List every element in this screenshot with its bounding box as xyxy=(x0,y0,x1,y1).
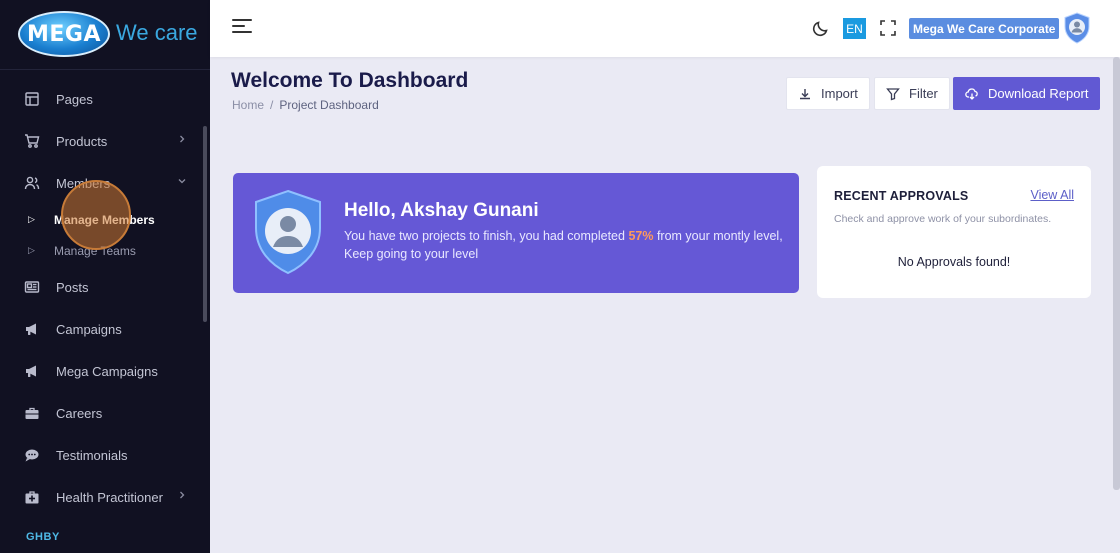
sidebar-subitem-label: Manage Members xyxy=(54,212,155,227)
import-label: Import xyxy=(821,86,858,101)
page-title: Welcome To Dashboard xyxy=(231,69,469,92)
breadcrumb-home[interactable]: Home xyxy=(232,98,264,112)
sidebar-item-label: Testimonials xyxy=(56,447,128,463)
filter-icon xyxy=(886,87,900,100)
import-button[interactable]: Import xyxy=(786,77,870,110)
card-subtitle: Check and approve work of your subordina… xyxy=(834,213,1052,225)
sidebar-item-posts[interactable]: Posts xyxy=(0,266,200,308)
sidebar-section-label: GHBY xyxy=(26,531,60,543)
language-switcher[interactable]: EN xyxy=(843,18,866,39)
sidebar-item-label: Mega Campaigns xyxy=(56,363,158,379)
newspaper-icon xyxy=(24,279,40,295)
sidebar-item-pages[interactable]: Pages xyxy=(0,78,200,120)
view-all-link[interactable]: View All xyxy=(1030,188,1074,202)
sidebar-item-label: Health Practitioner xyxy=(56,489,163,505)
cart-icon xyxy=(24,133,40,149)
sidebar-scrollbar[interactable] xyxy=(203,126,207,322)
brand-logo[interactable]: MEGA We care xyxy=(0,0,210,70)
breadcrumb: Home / Project Dashboard xyxy=(232,98,379,112)
filter-button[interactable]: Filter xyxy=(874,77,950,110)
caret-right-icon: ▷ xyxy=(28,245,35,255)
welcome-card: Hello, Akshay Gunani You have two projec… xyxy=(233,173,799,293)
sidebar-item-label: Members xyxy=(56,175,111,191)
recent-approvals-card: RECENT APPROVALS View All Check and appr… xyxy=(817,166,1091,298)
download-icon xyxy=(800,88,810,99)
progress-percent: 57% xyxy=(628,229,654,243)
sidebar-item-label: Careers xyxy=(56,405,103,421)
sidebar-subitem-label: Manage Teams xyxy=(54,243,136,258)
sidebar-item-health-practitioner[interactable]: Health Practitioner xyxy=(0,476,200,518)
logo-mark: MEGA xyxy=(18,11,110,57)
chevron-right-icon xyxy=(180,135,185,143)
user-shield-icon xyxy=(255,189,321,275)
fullscreen-icon[interactable] xyxy=(879,19,897,37)
user-avatar[interactable] xyxy=(1063,12,1091,44)
topbar: EN Mega We Care Corporate xyxy=(210,0,1120,57)
sidebar-item-campaigns[interactable]: Campaigns xyxy=(0,308,200,350)
users-icon xyxy=(24,175,40,191)
organization-badge[interactable]: Mega We Care Corporate xyxy=(909,18,1060,39)
filter-label: Filter xyxy=(909,86,938,101)
caret-right-icon: ▷ xyxy=(28,214,35,224)
menu-toggle-icon[interactable] xyxy=(232,19,252,37)
moon-icon[interactable] xyxy=(812,19,830,37)
sidebar-item-label: Posts xyxy=(56,279,89,295)
chevron-right-icon xyxy=(180,491,185,499)
message-start: You have two projects to finish, you had… xyxy=(344,229,629,243)
cloud-download-icon xyxy=(965,87,978,100)
progress-message: You have two projects to finish, you had… xyxy=(344,227,789,263)
page-scrollbar[interactable] xyxy=(1113,57,1120,490)
sidebar-nav: Pages Products Members ▷ Manage Members … xyxy=(0,78,200,518)
download-report-label: Download Report xyxy=(988,86,1089,101)
download-report-button[interactable]: Download Report xyxy=(953,77,1101,110)
sidebar-item-products[interactable]: Products xyxy=(0,120,200,162)
card-title: RECENT APPROVALS xyxy=(834,189,969,203)
megaphone-icon xyxy=(24,321,40,337)
megaphone-icon xyxy=(24,363,40,379)
chevron-down-icon xyxy=(178,179,186,184)
sidebar-item-label: Products xyxy=(56,133,108,149)
breadcrumb-separator: / xyxy=(270,98,274,112)
medical-bag-icon xyxy=(24,489,40,505)
sidebar-subitem-manage-members[interactable]: ▷ Manage Members xyxy=(0,204,200,235)
sidebar-item-members[interactable]: Members xyxy=(0,162,200,204)
greeting-text: Hello, Akshay Gunani xyxy=(344,200,539,221)
breadcrumb-current: Project Dashboard xyxy=(279,98,379,112)
empty-state-text: No Approvals found! xyxy=(897,255,1011,269)
layout-icon xyxy=(24,91,40,107)
sidebar: MEGA We care Pages Products Members ▷ Ma… xyxy=(0,0,210,553)
sidebar-subitem-manage-teams[interactable]: ▷ Manage Teams xyxy=(0,235,200,266)
briefcase-icon xyxy=(24,405,40,421)
sidebar-item-mega-campaigns[interactable]: Mega Campaigns xyxy=(0,350,200,392)
sidebar-item-careers[interactable]: Careers xyxy=(0,392,200,434)
sidebar-item-label: Campaigns xyxy=(56,321,122,337)
chat-icon xyxy=(24,447,40,463)
sidebar-item-label: Pages xyxy=(56,91,93,107)
logo-tagline: We care xyxy=(116,20,198,45)
sidebar-item-testimonials[interactable]: Testimonials xyxy=(0,434,200,476)
